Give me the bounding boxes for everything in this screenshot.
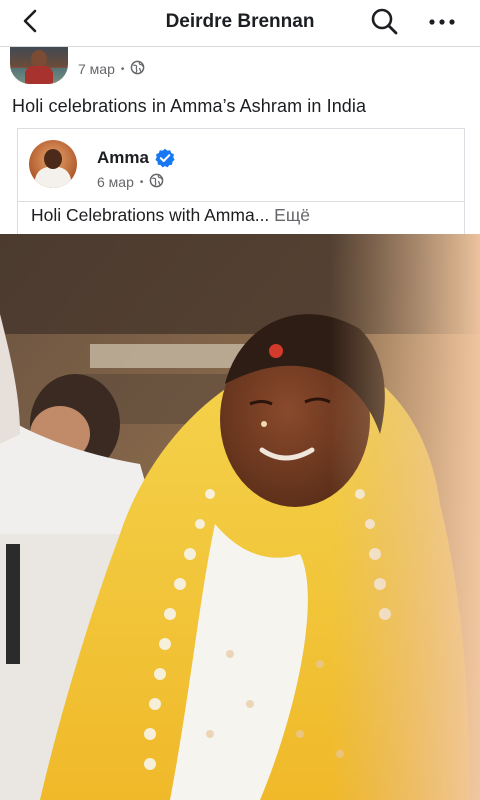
post-meta: 7 мар • xyxy=(78,60,145,78)
meta-separator: • xyxy=(139,176,144,188)
post-video[interactable] xyxy=(0,234,480,800)
shared-post-meta: 6 мар • xyxy=(97,173,164,191)
shared-post-caption: Holi Celebrations with Amma xyxy=(31,205,255,225)
author-avatar[interactable] xyxy=(10,44,68,84)
shared-author-avatar[interactable] xyxy=(29,140,77,188)
page-title: Deirdre Brennan xyxy=(165,11,315,32)
top-bar: Deirdre Brennan xyxy=(0,0,480,47)
divider xyxy=(18,201,464,202)
verified-badge-icon xyxy=(155,148,175,168)
search-icon xyxy=(369,6,399,41)
shared-post-date[interactable]: 6 мар xyxy=(97,174,134,190)
shared-post-card[interactable]: Amma 6 мар • Holi Celebrations with Amma… xyxy=(17,128,465,235)
more-horizontal-icon xyxy=(428,14,456,32)
ellipsis: ... xyxy=(254,205,270,225)
globe-icon xyxy=(149,173,164,191)
meta-separator: • xyxy=(120,63,125,75)
shared-author-row: Amma xyxy=(97,148,175,168)
search-button[interactable] xyxy=(366,5,402,41)
shared-author-name[interactable]: Amma xyxy=(97,148,149,168)
post-date[interactable]: 7 мар xyxy=(78,61,115,77)
more-options-button[interactable] xyxy=(424,5,460,41)
post-text: Holi celebrations in Amma’s Ashram in In… xyxy=(12,96,367,116)
globe-icon xyxy=(130,60,145,78)
video-frame-image xyxy=(0,234,480,800)
screen: Deirdre Brennan 7 мар • Deirdre Brennan xyxy=(0,0,480,800)
see-more-link[interactable]: Ещё xyxy=(274,205,310,225)
shared-post-text: Holi Celebrations with Amma... Ещё xyxy=(31,205,310,226)
